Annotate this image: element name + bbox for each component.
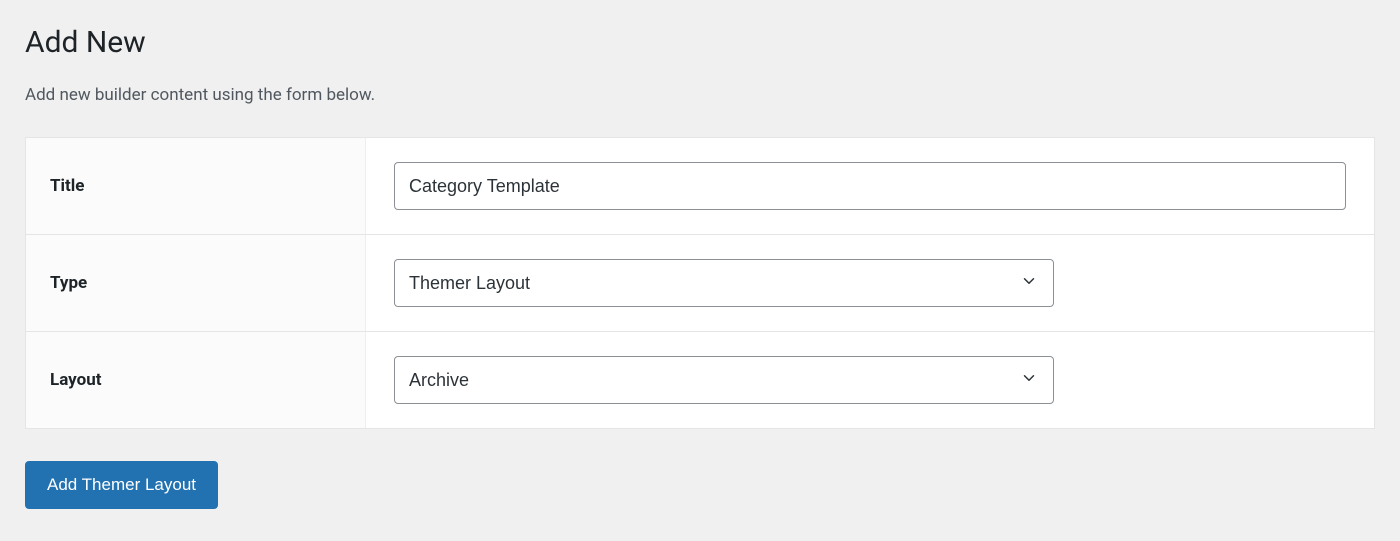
layout-select-wrapper: Archive <box>394 356 1054 404</box>
form-label-cell: Type <box>26 235 366 331</box>
form-input-cell: Themer Layout <box>366 235 1374 331</box>
title-input[interactable] <box>394 162 1346 210</box>
type-select-wrapper: Themer Layout <box>394 259 1054 307</box>
form-row-layout: Layout Archive <box>26 332 1374 428</box>
form-row-title: Title <box>26 138 1374 235</box>
type-label: Type <box>50 273 87 293</box>
form-table: Title Type Themer Layout Layout <box>25 137 1375 429</box>
layout-label: Layout <box>50 370 101 390</box>
title-label: Title <box>50 176 84 196</box>
add-themer-layout-button[interactable]: Add Themer Layout <box>25 461 218 509</box>
form-input-cell <box>366 138 1374 234</box>
page-description: Add new builder content using the form b… <box>25 85 1375 105</box>
layout-select[interactable]: Archive <box>394 356 1054 404</box>
form-row-type: Type Themer Layout <box>26 235 1374 332</box>
form-label-cell: Title <box>26 138 366 234</box>
form-label-cell: Layout <box>26 332 366 428</box>
page-title: Add New <box>25 25 1375 60</box>
form-input-cell: Archive <box>366 332 1374 428</box>
type-select[interactable]: Themer Layout <box>394 259 1054 307</box>
